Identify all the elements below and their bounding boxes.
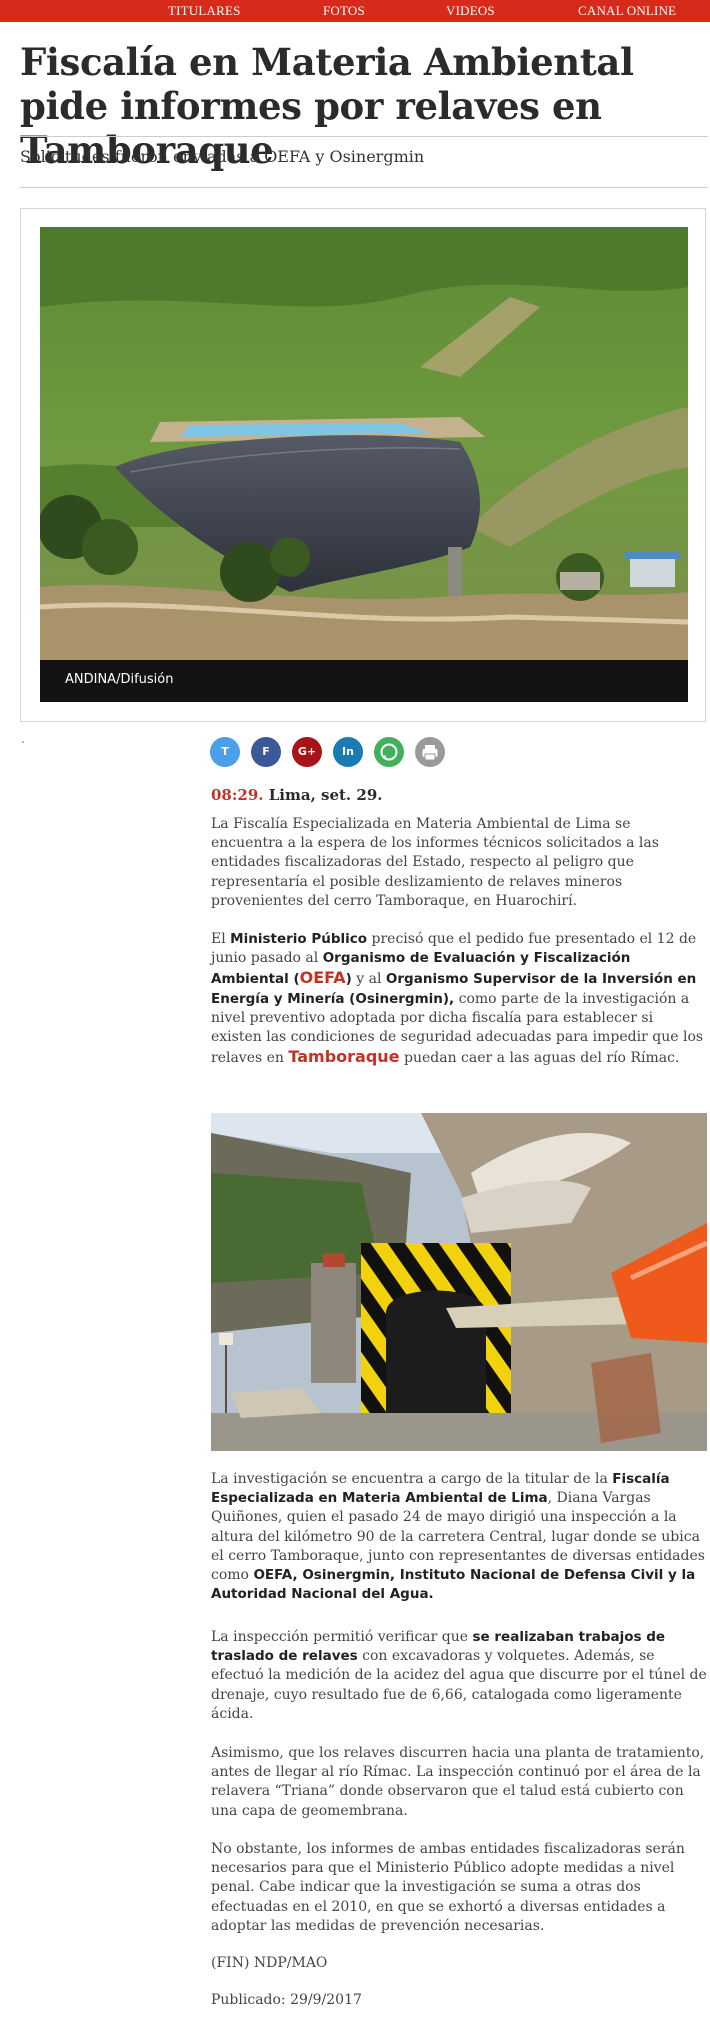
whatsapp-share-icon[interactable] (374, 737, 404, 767)
dateline-place: Lima, set. 29. (263, 786, 383, 804)
divider (20, 136, 708, 137)
facebook-share-icon[interactable]: F (251, 737, 281, 767)
print-icon[interactable] (415, 737, 445, 767)
article-dateline: 08:29. Lima, set. 29. (211, 786, 382, 804)
published-date: Publicado: 29/9/2017 (211, 1992, 362, 2008)
divider (20, 187, 708, 188)
hero-photo-tailings-dam[interactable] (40, 227, 688, 660)
bold-ministerio-publico: Ministerio Público (230, 931, 368, 947)
article-paragraph-3: La investigación se encuentra a cargo de… (211, 1471, 705, 1603)
nav-item-fotos[interactable]: FOTOS (323, 3, 365, 19)
hero-photo-caption: ANDINA/Difusión (40, 660, 688, 702)
tag-link-tamboraque[interactable]: Tamboraque (288, 1047, 399, 1066)
article-paragraph-4: La inspección permitió verificar que se … (211, 1629, 707, 1722)
twitter-share-icon[interactable]: T (210, 737, 240, 767)
dateline-time: 08:29. (211, 786, 264, 804)
nav-item-canal-online[interactable]: CANAL ONLINE (578, 3, 676, 19)
article-subtitle: Solicitudes fueron enviadas a OEFA y Osi… (20, 147, 425, 166)
article-paragraph-6: No obstante, los informes de ambas entid… (211, 1841, 685, 1934)
inline-photo-tunnel[interactable] (211, 1113, 707, 1451)
hero-caption-text: ANDINA/Difusión (65, 672, 174, 687)
bold-entidades: OEFA, Osinergmin, Instituto Nacional de … (211, 1567, 696, 1603)
article-paragraph-1: La Fiscalía Especializada en Materia Amb… (211, 816, 659, 909)
linkedin-share-icon[interactable]: In (333, 737, 363, 767)
nav-item-titulares[interactable]: TITULARES (168, 3, 241, 19)
tag-link-oefa[interactable]: OEFA (300, 968, 346, 987)
nav-item-videos[interactable]: VIDEOS (446, 3, 495, 19)
article-paragraph-2: El Ministerio Público precisó que el ped… (211, 931, 704, 1067)
googleplus-share-icon[interactable]: G+ (292, 737, 322, 767)
decorative-dot (22, 741, 24, 743)
article-paragraph-5: Asimismo, que los relaves discurren haci… (211, 1745, 705, 1819)
top-nav-bar: TITULARES FOTOS VIDEOS CANAL ONLINE (0, 0, 710, 22)
article-signature: (FIN) NDP/MAO (211, 1955, 328, 1971)
